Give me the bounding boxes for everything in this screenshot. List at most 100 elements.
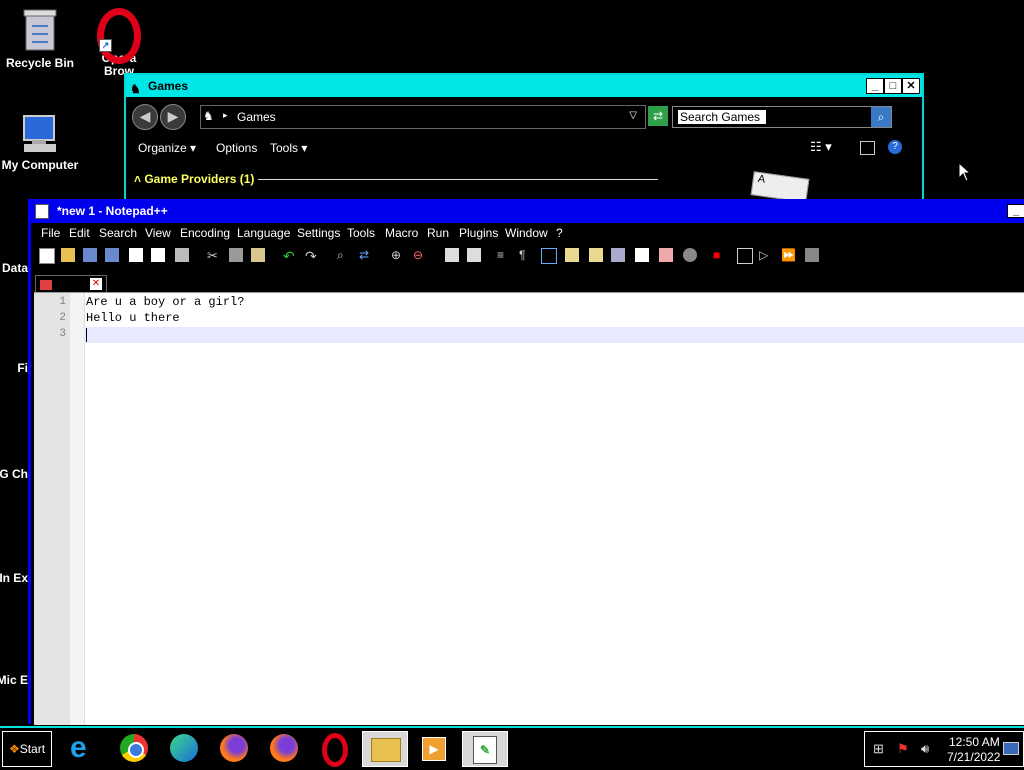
desktop-icon-label: In Ex: [0, 571, 28, 585]
code-line[interactable]: Hello u there: [86, 311, 180, 325]
show-all-chars-icon[interactable]: ¶: [519, 248, 533, 262]
monitoring-icon[interactable]: [659, 248, 673, 262]
desktop-icon-recycle-bin[interactable]: Recycle Bin: [0, 6, 80, 70]
sync-horizontal-icon[interactable]: [467, 248, 481, 262]
code-line[interactable]: Are u a boy or a girl?: [86, 295, 244, 309]
open-file-icon[interactable]: [61, 248, 75, 262]
replace-icon[interactable]: ⇄: [359, 248, 373, 262]
menu-window[interactable]: Window: [505, 226, 548, 240]
notepad-app-icon: [35, 204, 49, 219]
mouse-cursor-icon: [958, 162, 972, 182]
action-center-flag-icon[interactable]: ⚑: [897, 741, 909, 757]
menu-settings[interactable]: Settings: [297, 226, 340, 240]
taskbar-chrome[interactable]: [112, 731, 156, 765]
save-icon[interactable]: [83, 248, 97, 262]
clock-time[interactable]: 12:50 AM: [949, 735, 1000, 749]
notepad-title-bar[interactable]: *new 1 - Notepad++ _: [31, 199, 1024, 223]
opera-icon: [97, 8, 141, 64]
sync-vertical-icon[interactable]: [445, 248, 459, 262]
word-wrap-icon[interactable]: ≡: [497, 248, 511, 262]
search-input[interactable]: Search Games: [677, 109, 767, 125]
cut-icon[interactable]: ✂: [207, 248, 221, 263]
menu-help[interactable]: ?: [556, 226, 563, 240]
start-button[interactable]: ❖Start: [2, 731, 52, 767]
save-macro-icon[interactable]: [805, 248, 819, 262]
copy-icon[interactable]: [229, 248, 243, 262]
notepad-window[interactable]: *new 1 - Notepad++ _ File Edit Search Vi…: [28, 199, 1024, 725]
preview-pane-icon[interactable]: [860, 141, 875, 155]
chevron-down-icon[interactable]: ▽: [629, 110, 637, 121]
find-icon[interactable]: ⌕: [337, 248, 351, 262]
menu-run[interactable]: Run: [427, 226, 449, 240]
redo-icon[interactable]: ↷: [305, 248, 319, 264]
address-text: Games: [237, 110, 276, 124]
plugin-icon[interactable]: [683, 248, 697, 262]
menu-language[interactable]: Language: [237, 226, 290, 240]
play-macro-icon[interactable]: ▷: [759, 248, 773, 262]
close-file-icon[interactable]: [129, 248, 143, 262]
back-button[interactable]: ◀: [132, 104, 158, 130]
firefox-icon: [220, 734, 248, 762]
taskbar-firefox[interactable]: [262, 731, 306, 765]
view-options-icon[interactable]: ☷ ▾: [810, 139, 832, 155]
search-icon[interactable]: ⌕: [871, 107, 891, 127]
doc-map-icon[interactable]: [589, 248, 603, 262]
refresh-icon[interactable]: ⇄: [648, 106, 668, 126]
show-desktop-icon[interactable]: [1003, 742, 1019, 755]
folder-workspace-icon[interactable]: [635, 248, 649, 262]
forward-button[interactable]: ▶: [160, 104, 186, 130]
minimize-button[interactable]: _: [1007, 204, 1024, 218]
menu-view[interactable]: View: [145, 226, 171, 240]
organize-menu[interactable]: Organize ▾: [138, 141, 196, 155]
menu-file[interactable]: File: [41, 226, 60, 240]
games-window[interactable]: ♞ Games _ □ ✕ ◀ ▶ ♞ ▸ Games ▽ ⇄ Search G…: [124, 73, 924, 203]
paste-icon[interactable]: [251, 248, 265, 262]
record-macro-icon[interactable]: ■: [713, 248, 727, 262]
taskbar-media-player[interactable]: ▶: [412, 731, 456, 765]
address-bar[interactable]: ♞ ▸ Games ▽: [200, 105, 646, 129]
menu-macro[interactable]: Macro: [385, 226, 418, 240]
taskbar-edge[interactable]: [162, 731, 206, 765]
menu-encoding[interactable]: Encoding: [180, 226, 230, 240]
print-icon[interactable]: [175, 248, 189, 262]
desktop-icon-my-computer[interactable]: My Computer: [0, 112, 80, 172]
taskbar-opera[interactable]: [312, 731, 356, 767]
close-button[interactable]: ✕: [902, 78, 920, 94]
menu-edit[interactable]: Edit: [69, 226, 90, 240]
desktop-icon-opera[interactable]: ↗ Opera Brow: [76, 6, 156, 78]
taskbar-file-explorer[interactable]: [362, 731, 408, 767]
language-icon[interactable]: [565, 248, 579, 262]
games-title-bar[interactable]: ♞ Games _ □ ✕: [126, 75, 922, 97]
indent-guide-icon[interactable]: [541, 248, 557, 264]
options-menu[interactable]: Options: [216, 141, 257, 155]
save-all-icon[interactable]: [105, 248, 119, 262]
taskbar-firefox[interactable]: [212, 731, 256, 765]
zoom-in-icon[interactable]: ⊕: [391, 248, 405, 262]
search-field[interactable]: Search Games ⌕: [672, 106, 892, 128]
undo-icon[interactable]: ↶: [283, 248, 297, 264]
tab-close-icon[interactable]: ✕: [90, 278, 102, 290]
zoom-out-icon[interactable]: ⊖: [413, 248, 427, 262]
editor-area[interactable]: 1 2 3 Are u a boy or a girl? Hello u the…: [34, 292, 1024, 725]
help-icon[interactable]: ?: [888, 140, 902, 154]
network-icon[interactable]: ⊞: [873, 741, 884, 757]
volume-icon[interactable]: 🔊︎: [921, 741, 929, 757]
tools-menu[interactable]: Tools ▾: [270, 141, 307, 155]
toolbar: ✂ ↶ ↷ ⌕ ⇄ ⊕ ⊖ ≡ ¶ ■ ▷ ⏩: [31, 241, 1024, 271]
new-file-icon[interactable]: [39, 248, 55, 264]
taskbar-notepad-plus-plus[interactable]: ✎: [462, 731, 508, 767]
menu-plugins[interactable]: Plugins: [459, 226, 498, 240]
group-header[interactable]: ˄ Game Providers (1): [134, 172, 254, 186]
function-list-icon[interactable]: [611, 248, 625, 262]
stop-macro-icon[interactable]: [737, 248, 753, 264]
menu-search[interactable]: Search: [99, 226, 137, 240]
maximize-button[interactable]: □: [884, 78, 902, 94]
minimize-button[interactable]: _: [866, 78, 884, 94]
clock-date[interactable]: 7/21/2022: [947, 750, 1000, 764]
close-all-icon[interactable]: [151, 248, 165, 262]
taskbar-internet-explorer[interactable]: e: [62, 731, 106, 765]
menu-bar: File Edit Search View Encoding Language …: [31, 223, 1024, 241]
run-macro-multiple-icon[interactable]: ⏩: [781, 248, 796, 262]
fold-margin: [70, 293, 85, 725]
menu-tools[interactable]: Tools: [347, 226, 375, 240]
